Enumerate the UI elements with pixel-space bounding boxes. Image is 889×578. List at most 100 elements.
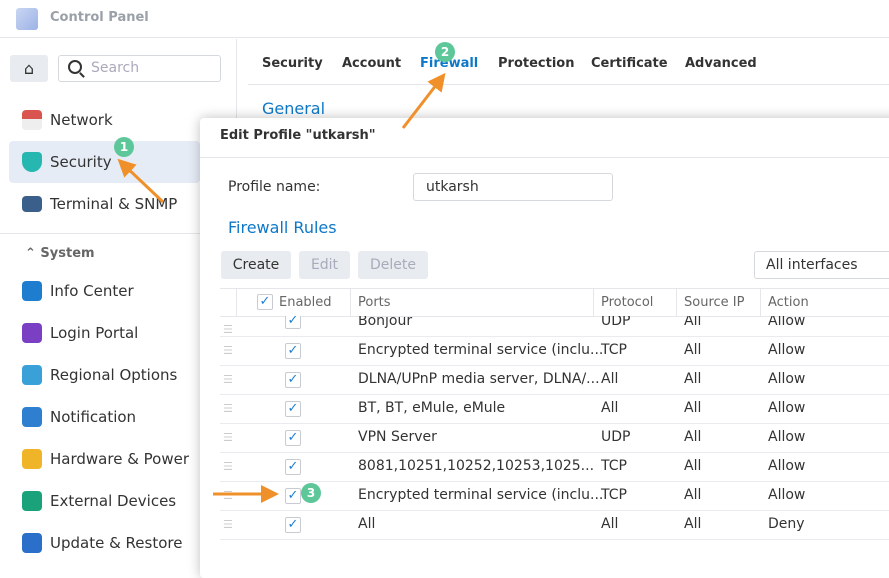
annotation-badge-1: 1 — [114, 137, 134, 157]
action-cell: Allow — [768, 458, 806, 474]
table-header: ✓ Enabled Ports Protocol Source IP Actio… — [220, 288, 889, 317]
enabled-checkbox[interactable]: ✓ — [285, 372, 301, 388]
drag-handle-icon[interactable]: ☰ — [223, 460, 233, 473]
drag-handle-icon[interactable]: ☰ — [223, 518, 233, 531]
sidebar-item-info-center[interactable]: Info Center — [9, 270, 200, 312]
annotation-badge-3: 3 — [301, 483, 321, 503]
ports-cell: DLNA/UPnP media server, DLNA/... — [358, 371, 600, 387]
table-row[interactable]: ☰ ✓ VPN Server UDP All Allow — [220, 424, 889, 453]
chevron-up-icon: ⌃ — [25, 246, 41, 261]
table-row[interactable]: ☰ ✓ Encrypted terminal service (inclu...… — [220, 337, 889, 366]
enabled-checkbox[interactable]: ✓ — [285, 401, 301, 417]
table-row[interactable]: ☰ ✓ DLNA/UPnP media server, DLNA/... All… — [220, 366, 889, 395]
col-protocol[interactable]: Protocol — [601, 295, 653, 310]
protocol-cell: TCP — [601, 342, 627, 358]
search-icon — [68, 60, 82, 74]
enabled-checkbox[interactable]: ✓ — [285, 459, 301, 475]
sidebar-item-update-restore[interactable]: Update & Restore — [9, 522, 200, 564]
enabled-checkbox[interactable]: ✓ — [285, 488, 301, 504]
shield-icon — [22, 152, 42, 172]
system-group-header[interactable]: ⌃ System — [25, 246, 95, 261]
action-cell: Allow — [768, 429, 806, 445]
profile-name-input[interactable]: utkarsh — [413, 173, 613, 201]
protocol-cell: All — [601, 371, 619, 387]
protocol-cell: UDP — [601, 429, 631, 445]
ports-cell: 8081,10251,10252,10253,1025... — [358, 458, 595, 474]
create-button[interactable]: Create — [221, 251, 291, 279]
enabled-checkbox[interactable]: ✓ — [285, 316, 301, 329]
sidebar-item-hardware-power[interactable]: Hardware & Power — [9, 438, 200, 480]
delete-button[interactable]: Delete — [358, 251, 428, 279]
window-title: Control Panel — [50, 10, 149, 25]
action-cell: Allow — [768, 371, 806, 387]
source-ip-cell: All — [684, 371, 702, 387]
drag-handle-icon[interactable]: ☰ — [223, 344, 233, 357]
firewall-rules-title: Firewall Rules — [228, 218, 337, 237]
drag-handle-icon[interactable]: ☰ — [223, 431, 233, 444]
table-row[interactable]: ☰ ✓ All All All Deny — [220, 511, 889, 540]
enabled-checkbox[interactable]: ✓ — [285, 517, 301, 533]
source-ip-cell: All — [684, 342, 702, 358]
source-ip-cell: All — [684, 429, 702, 445]
drag-handle-icon[interactable]: ☰ — [223, 323, 233, 336]
ports-cell: All — [358, 516, 376, 532]
table-row[interactable]: ☰ ✓ Bonjour UDP All Allow — [220, 316, 889, 337]
source-ip-cell: All — [684, 516, 702, 532]
notification-icon — [22, 407, 42, 427]
drag-handle-icon[interactable]: ☰ — [223, 402, 233, 415]
interface-select[interactable]: All interfaces — [754, 251, 889, 279]
col-enabled[interactable]: Enabled — [279, 295, 332, 310]
enabled-checkbox[interactable]: ✓ — [285, 430, 301, 446]
ports-cell: BT, BT, eMule, eMule — [358, 400, 506, 416]
sidebar-item-terminal[interactable]: Terminal & SNMP — [9, 183, 200, 225]
action-cell: Allow — [768, 342, 806, 358]
search-input[interactable]: Search — [58, 55, 221, 82]
protocol-cell: TCP — [601, 487, 627, 503]
sidebar-item-network[interactable]: Network — [9, 99, 200, 141]
edit-button[interactable]: Edit — [299, 251, 350, 279]
action-cell: Allow — [768, 487, 806, 503]
drag-handle-icon[interactable]: ☰ — [223, 373, 233, 386]
sidebar-item-notification[interactable]: Notification — [9, 396, 200, 438]
action-cell: Allow — [768, 316, 806, 329]
action-cell: Allow — [768, 400, 806, 416]
protocol-cell: All — [601, 516, 619, 532]
drag-handle-icon[interactable]: ☰ — [223, 489, 233, 502]
regional-options-icon — [22, 365, 42, 385]
terminal-icon — [22, 196, 42, 212]
col-action[interactable]: Action — [768, 295, 809, 310]
source-ip-cell: All — [684, 316, 702, 329]
external-devices-icon — [22, 491, 42, 511]
home-button[interactable]: ⌂ — [10, 55, 48, 82]
col-ports[interactable]: Ports — [358, 295, 391, 310]
protocol-cell: All — [601, 400, 619, 416]
tab-advanced[interactable]: Advanced — [685, 56, 757, 71]
table-row[interactable]: ☰ ✓ 8081,10251,10252,10253,1025... TCP A… — [220, 453, 889, 482]
protocol-cell: TCP — [601, 458, 627, 474]
sidebar-item-security[interactable]: Security — [9, 141, 200, 183]
hardware-power-icon — [22, 449, 42, 469]
sidebar-item-regional-options[interactable]: Regional Options — [9, 354, 200, 396]
network-icon — [22, 110, 42, 130]
ports-cell: Bonjour — [358, 316, 413, 329]
source-ip-cell: All — [684, 487, 702, 503]
select-all-checkbox[interactable]: ✓ — [257, 294, 273, 310]
ports-cell: Encrypted terminal service (inclu... — [358, 487, 604, 503]
source-ip-cell: All — [684, 400, 702, 416]
sidebar-item-login-portal[interactable]: Login Portal — [9, 312, 200, 354]
tab-divider — [248, 84, 889, 85]
tab-security[interactable]: Security — [262, 56, 323, 71]
divider — [200, 157, 889, 158]
tab-certificate[interactable]: Certificate — [591, 56, 668, 71]
tab-account[interactable]: Account — [342, 56, 401, 71]
annotation-badge-2: 2 — [435, 42, 455, 62]
enabled-checkbox[interactable]: ✓ — [285, 343, 301, 359]
sidebar-item-external-devices[interactable]: External Devices — [9, 480, 200, 522]
login-portal-icon — [22, 323, 42, 343]
protocol-cell: UDP — [601, 316, 631, 329]
update-restore-icon — [22, 533, 42, 553]
ports-cell: Encrypted terminal service (inclu... — [358, 342, 604, 358]
col-source-ip[interactable]: Source IP — [684, 295, 744, 310]
tab-protection[interactable]: Protection — [498, 56, 574, 71]
table-row[interactable]: ☰ ✓ BT, BT, eMule, eMule All All Allow — [220, 395, 889, 424]
